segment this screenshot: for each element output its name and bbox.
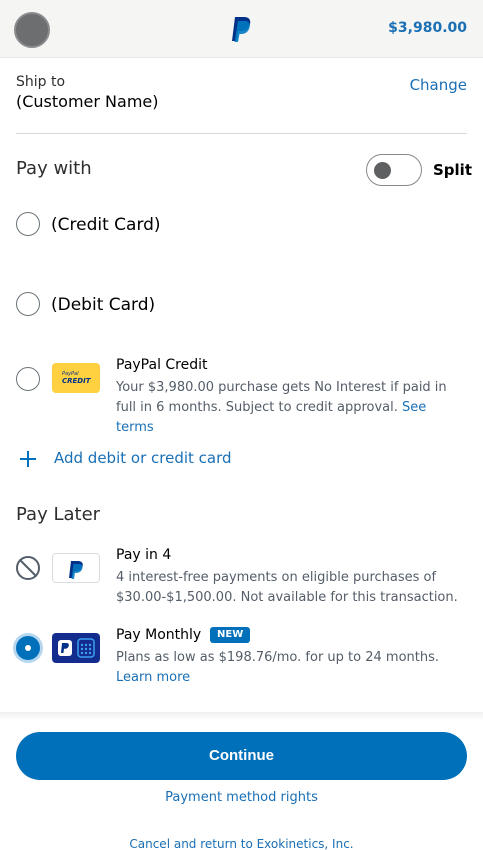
continue-button[interactable]: Continue — [16, 732, 467, 780]
payment-method-rights-link[interactable]: Payment method rights — [0, 790, 483, 805]
plus-icon — [18, 449, 38, 469]
add-card-label[interactable]: Add debit or credit card — [54, 449, 232, 467]
paypal-logo-icon — [232, 17, 251, 42]
divider — [16, 133, 467, 134]
pay-in-4-icon — [52, 553, 100, 583]
toggle-knob — [374, 162, 391, 179]
pay-in-4-description: 4 interest-free payments on eligible pur… — [116, 570, 458, 605]
split-toggle[interactable] — [366, 154, 422, 186]
ship-to-label: Ship to — [16, 74, 66, 90]
paypal-credit-icon: PayPal CREDIT — [52, 363, 100, 393]
user-avatar[interactable] — [14, 12, 50, 48]
footer-divider — [0, 712, 483, 720]
learn-more-link[interactable]: Learn more — [116, 668, 190, 688]
paypal-credit-title[interactable]: PayPal Credit — [116, 357, 208, 373]
order-total[interactable]: $3,980.00 — [388, 20, 467, 36]
split-label: Split — [433, 161, 472, 179]
pay-later-title: Pay Later — [16, 504, 101, 525]
debit-card-label[interactable]: (Debit Card) — [51, 295, 155, 315]
pay-monthly-icon — [52, 633, 100, 663]
pay-monthly-radio[interactable] — [16, 636, 40, 660]
credit-card-radio[interactable] — [16, 212, 40, 236]
disabled-icon — [16, 556, 40, 580]
calendar-icon — [58, 638, 95, 658]
pay-in-4-title: Pay in 4 — [116, 547, 172, 563]
paypal-logo-icon — [69, 561, 83, 579]
pay-monthly-description: Plans as low as $198.76/mo. for up to 24… — [116, 650, 440, 665]
paypal-credit-description: Your $3,980.00 purchase gets No Interest… — [116, 380, 447, 435]
credit-card-label[interactable]: (Credit Card) — [51, 215, 161, 235]
pay-with-title: Pay with — [16, 158, 92, 179]
paypal-credit-radio[interactable] — [16, 367, 40, 391]
debit-card-radio[interactable] — [16, 292, 40, 316]
new-badge: NEW — [210, 627, 251, 643]
change-address-link[interactable]: Change — [410, 76, 467, 94]
pay-monthly-title[interactable]: Pay Monthly — [116, 627, 201, 643]
cancel-return-link[interactable]: Cancel and return to Exokinetics, Inc. — [0, 837, 483, 850]
header-bar: $3,980.00 — [0, 0, 483, 58]
customer-name: (Customer Name) — [16, 92, 159, 111]
